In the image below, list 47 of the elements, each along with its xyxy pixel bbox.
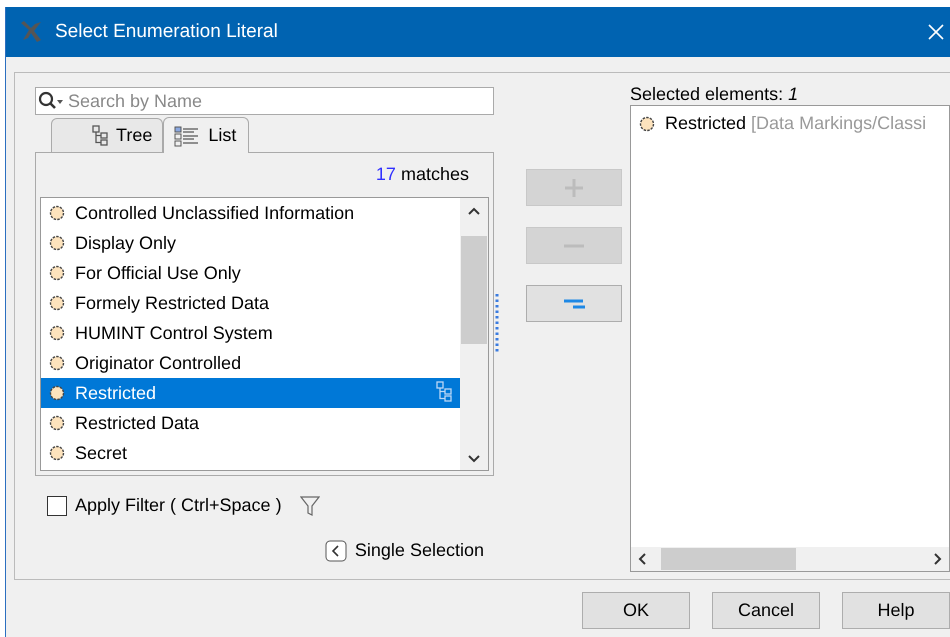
list-item[interactable]: Restricted — [41, 378, 460, 408]
literal-icon — [49, 325, 65, 341]
remove-all-button[interactable] — [526, 285, 622, 322]
literal-icon — [49, 355, 65, 371]
scroll-left-icon — [637, 552, 647, 566]
single-selection-link[interactable]: Single Selection — [354, 537, 484, 564]
scroll-down-icon — [467, 454, 481, 464]
filter-icon[interactable] — [300, 494, 320, 516]
literal-icon — [49, 295, 65, 311]
list-icon — [174, 124, 200, 146]
tree-icon — [92, 124, 108, 146]
literal-icon — [49, 205, 65, 221]
filter-label[interactable]: Apply Filter ( Ctrl+Space ) — [75, 492, 282, 519]
dialog-button[interactable]: Cancel — [712, 592, 820, 629]
plus-icon — [563, 176, 585, 198]
list-item[interactable]: For Official Use Only — [41, 258, 460, 288]
literal-icon — [639, 116, 655, 132]
dialog-button[interactable]: Help — [842, 592, 950, 629]
scroll-right-icon — [933, 552, 943, 566]
literal-icon — [49, 445, 65, 461]
view-tab[interactable]: List — [163, 117, 250, 153]
list-item[interactable]: Controlled Unclassified Information — [41, 198, 460, 228]
list-item[interactable]: Secret — [41, 438, 460, 468]
literal-icon — [49, 265, 65, 281]
search-field[interactable]: Search by Name — [35, 87, 494, 115]
app-logo-icon — [19, 20, 43, 44]
close-icon[interactable] — [926, 22, 946, 42]
window-title: Select Enumeration Literal — [55, 20, 278, 44]
splitter-handle-icon — [495, 293, 499, 353]
list-item[interactable]: Formely Restricted Data — [41, 288, 460, 318]
list-item[interactable]: HUMINT Control System — [41, 318, 460, 348]
dialog-button[interactable]: OK — [582, 592, 690, 629]
view-tab[interactable]: Tree — [51, 118, 164, 152]
collapse-icon[interactable] — [324, 540, 347, 562]
list-item[interactable]: Restricted Data — [41, 408, 460, 438]
literal-icon — [49, 415, 65, 431]
list-item[interactable]: Originator Controlled — [41, 348, 460, 378]
selected-count-label: Selected elements: 1 — [630, 83, 800, 105]
match-count: 17 matches — [374, 163, 470, 186]
vertical-scrollbar[interactable] — [460, 198, 488, 470]
selected-item[interactable]: Restricted [Data Markings/Classi — [639, 110, 949, 137]
horizontal-scrollbar[interactable] — [631, 547, 949, 571]
literal-icon — [49, 235, 65, 251]
scroll-up-icon — [467, 206, 481, 216]
literal-icon — [49, 385, 65, 401]
list-item[interactable]: Display Only — [41, 228, 460, 258]
filter-checkbox[interactable] — [47, 496, 67, 516]
